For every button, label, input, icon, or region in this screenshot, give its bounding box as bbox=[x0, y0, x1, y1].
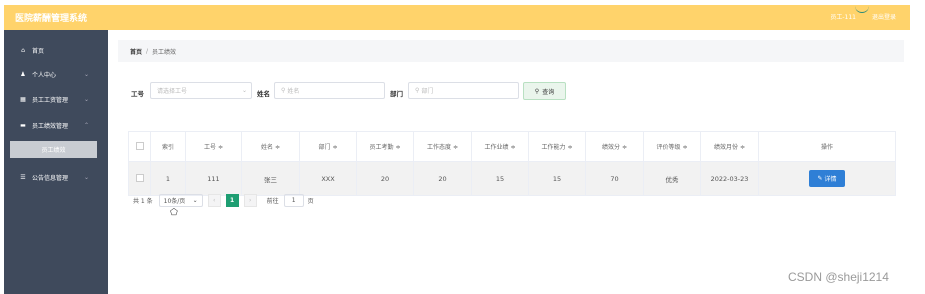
column-header[interactable]: 部门 ≑ bbox=[299, 131, 357, 162]
page-size-select[interactable]: 10条/页 ⌄ bbox=[158, 193, 203, 207]
user-label[interactable]: 员工-111 bbox=[830, 12, 870, 21]
main-content: 首页 / 员工绩效 工号 请选择工号 ⌄ 姓名 ⚲ 姓名 部门 ⚲ 部门 ⚲ 查… bbox=[108, 30, 910, 294]
next-page-button[interactable]: › bbox=[243, 193, 257, 207]
dept-label: 部门 bbox=[390, 90, 403, 98]
column-header[interactable]: 绩效分 ≑ bbox=[585, 131, 644, 162]
sidebar-item-label: 公告信息管理 bbox=[32, 174, 69, 182]
name-label: 姓名 bbox=[257, 90, 270, 98]
column-header[interactable]: 员工考勤 ≑ bbox=[356, 131, 414, 162]
sidebar-item-salary[interactable]: ▦ 员工工资管理 ⌄ bbox=[4, 92, 108, 106]
cell-month: 2022-03-23 bbox=[700, 161, 759, 196]
detail-button[interactable]: ✎ 详情 bbox=[809, 170, 845, 187]
cell-performance: 15 bbox=[471, 161, 529, 196]
column-header[interactable]: 评价等级 ≑ bbox=[643, 131, 701, 162]
column-header[interactable]: 姓名 ≑ bbox=[241, 131, 300, 162]
watermark: CSDN @sheji1214 bbox=[788, 270, 889, 284]
sidebar: ⌂ 首页 ♟ 个人中心 ⌄ ▦ 员工工资管理 ⌄ ▬ 员工绩效管理 ⌃ 员工绩效… bbox=[4, 30, 108, 294]
prev-page-button[interactable]: ‹ bbox=[207, 193, 221, 207]
breadcrumb-separator: / bbox=[146, 47, 149, 55]
grid-icon: ▦ bbox=[20, 95, 26, 103]
query-button[interactable]: ⚲ 查询 bbox=[523, 82, 566, 100]
chevron-down-icon: ⌄ bbox=[84, 95, 90, 103]
sidebar-item-home[interactable]: ⌂ 首页 bbox=[4, 43, 108, 57]
goto-label: 前往 bbox=[266, 197, 279, 205]
page-unit-label: 页 bbox=[307, 197, 314, 205]
sidebar-item-profile[interactable]: ♟ 个人中心 ⌄ bbox=[4, 67, 108, 81]
breadcrumb-current: 员工绩效 bbox=[152, 48, 177, 56]
folder-icon: ▬ bbox=[20, 121, 26, 129]
column-header[interactable]: 绩效月份 ≑ bbox=[700, 131, 759, 162]
table-header-row: 索引 工号 ≑ 姓名 ≑ 部门 ≑ 员工考勤 ≑ 工作态度 ≑ 工作业绩 ≑ 工… bbox=[128, 131, 896, 162]
logout-button[interactable]: 退出登录 bbox=[872, 12, 896, 21]
id-label: 工号 bbox=[131, 90, 144, 98]
list-icon: ☰ bbox=[20, 173, 26, 181]
column-header: 索引 bbox=[150, 131, 186, 162]
chevron-down-icon: ⌄ bbox=[84, 70, 90, 78]
sidebar-item-label: 首页 bbox=[32, 47, 45, 55]
cell-grade: 优秀 bbox=[643, 161, 701, 196]
name-input[interactable]: ⚲ 姓名 bbox=[274, 82, 385, 99]
search-icon: ⚲ bbox=[534, 87, 540, 95]
pagination: 共 1 条 10条/页 ⌄ ‹ 1 › 前往 1 页 bbox=[133, 193, 314, 207]
cell-id: 111 bbox=[185, 161, 242, 196]
cell-score: 70 bbox=[585, 161, 644, 196]
sidebar-subitem-performance[interactable]: 员工绩效 bbox=[10, 141, 97, 158]
chevron-down-icon: ⌄ bbox=[84, 173, 90, 181]
cell-attitude: 20 bbox=[413, 161, 472, 196]
goto-page-input[interactable]: 1 bbox=[283, 193, 304, 207]
decoration-arc bbox=[855, 6, 870, 13]
cell-name: 张三 bbox=[241, 161, 300, 196]
breadcrumb-home[interactable]: 首页 bbox=[130, 47, 142, 56]
cell-ability: 15 bbox=[528, 161, 586, 196]
dept-input[interactable]: ⚲ 部门 bbox=[408, 82, 519, 99]
select-all-checkbox[interactable] bbox=[128, 131, 151, 162]
chevron-down-icon: ⌄ bbox=[241, 87, 247, 94]
sidebar-item-label: 员工工资管理 bbox=[32, 96, 69, 104]
chevron-down-icon: ⌄ bbox=[192, 196, 198, 204]
app-frame: 医院薪酬管理系统 员工-111 退出登录 ⌂ 首页 ♟ 个人中心 ⌄ ▦ 员工工… bbox=[4, 5, 910, 294]
total-count: 共 1 条 bbox=[133, 197, 153, 205]
cell-index: 1 bbox=[150, 161, 186, 196]
person-icon: ♟ bbox=[20, 70, 26, 78]
breadcrumb: 首页 / 员工绩效 bbox=[118, 40, 904, 62]
chevron-up-icon: ⌃ bbox=[84, 121, 90, 129]
sidebar-item-performance[interactable]: ▬ 员工绩效管理 ⌃ bbox=[4, 118, 108, 132]
column-header[interactable]: 工作态度 ≑ bbox=[413, 131, 472, 162]
table-row: 1 111 张三 XXX 20 20 15 15 70 优秀 2022-03-2… bbox=[128, 161, 896, 196]
page-1-button[interactable]: 1 bbox=[225, 193, 239, 207]
mouse-cursor-icon: ⬠ bbox=[170, 208, 178, 218]
id-select[interactable]: 请选择工号 ⌄ bbox=[150, 82, 252, 99]
sidebar-item-notice[interactable]: ☰ 公告信息管理 ⌄ bbox=[4, 170, 108, 184]
app-title: 医院薪酬管理系统 bbox=[15, 14, 88, 24]
cell-dept: XXX bbox=[299, 161, 357, 196]
column-header[interactable]: 工作能力 ≑ bbox=[528, 131, 586, 162]
cell-attendance: 20 bbox=[356, 161, 414, 196]
sidebar-item-label: 员工绩效管理 bbox=[32, 122, 69, 130]
edit-icon: ✎ bbox=[817, 175, 823, 182]
row-checkbox[interactable] bbox=[128, 161, 151, 196]
top-right-area: 员工-111 退出登录 bbox=[830, 12, 896, 21]
column-header[interactable]: 工号 ≑ bbox=[185, 131, 242, 162]
sidebar-item-label: 个人中心 bbox=[32, 71, 57, 79]
home-icon: ⌂ bbox=[21, 46, 25, 54]
column-header[interactable]: 工作业绩 ≑ bbox=[471, 131, 529, 162]
performance-table: 索引 工号 ≑ 姓名 ≑ 部门 ≑ 员工考勤 ≑ 工作态度 ≑ 工作业绩 ≑ 工… bbox=[128, 131, 896, 196]
column-header: 操作 bbox=[758, 131, 896, 162]
cell-action: ✎ 详情 bbox=[758, 161, 896, 196]
top-bar: 医院薪酬管理系统 员工-111 退出登录 bbox=[4, 5, 910, 30]
